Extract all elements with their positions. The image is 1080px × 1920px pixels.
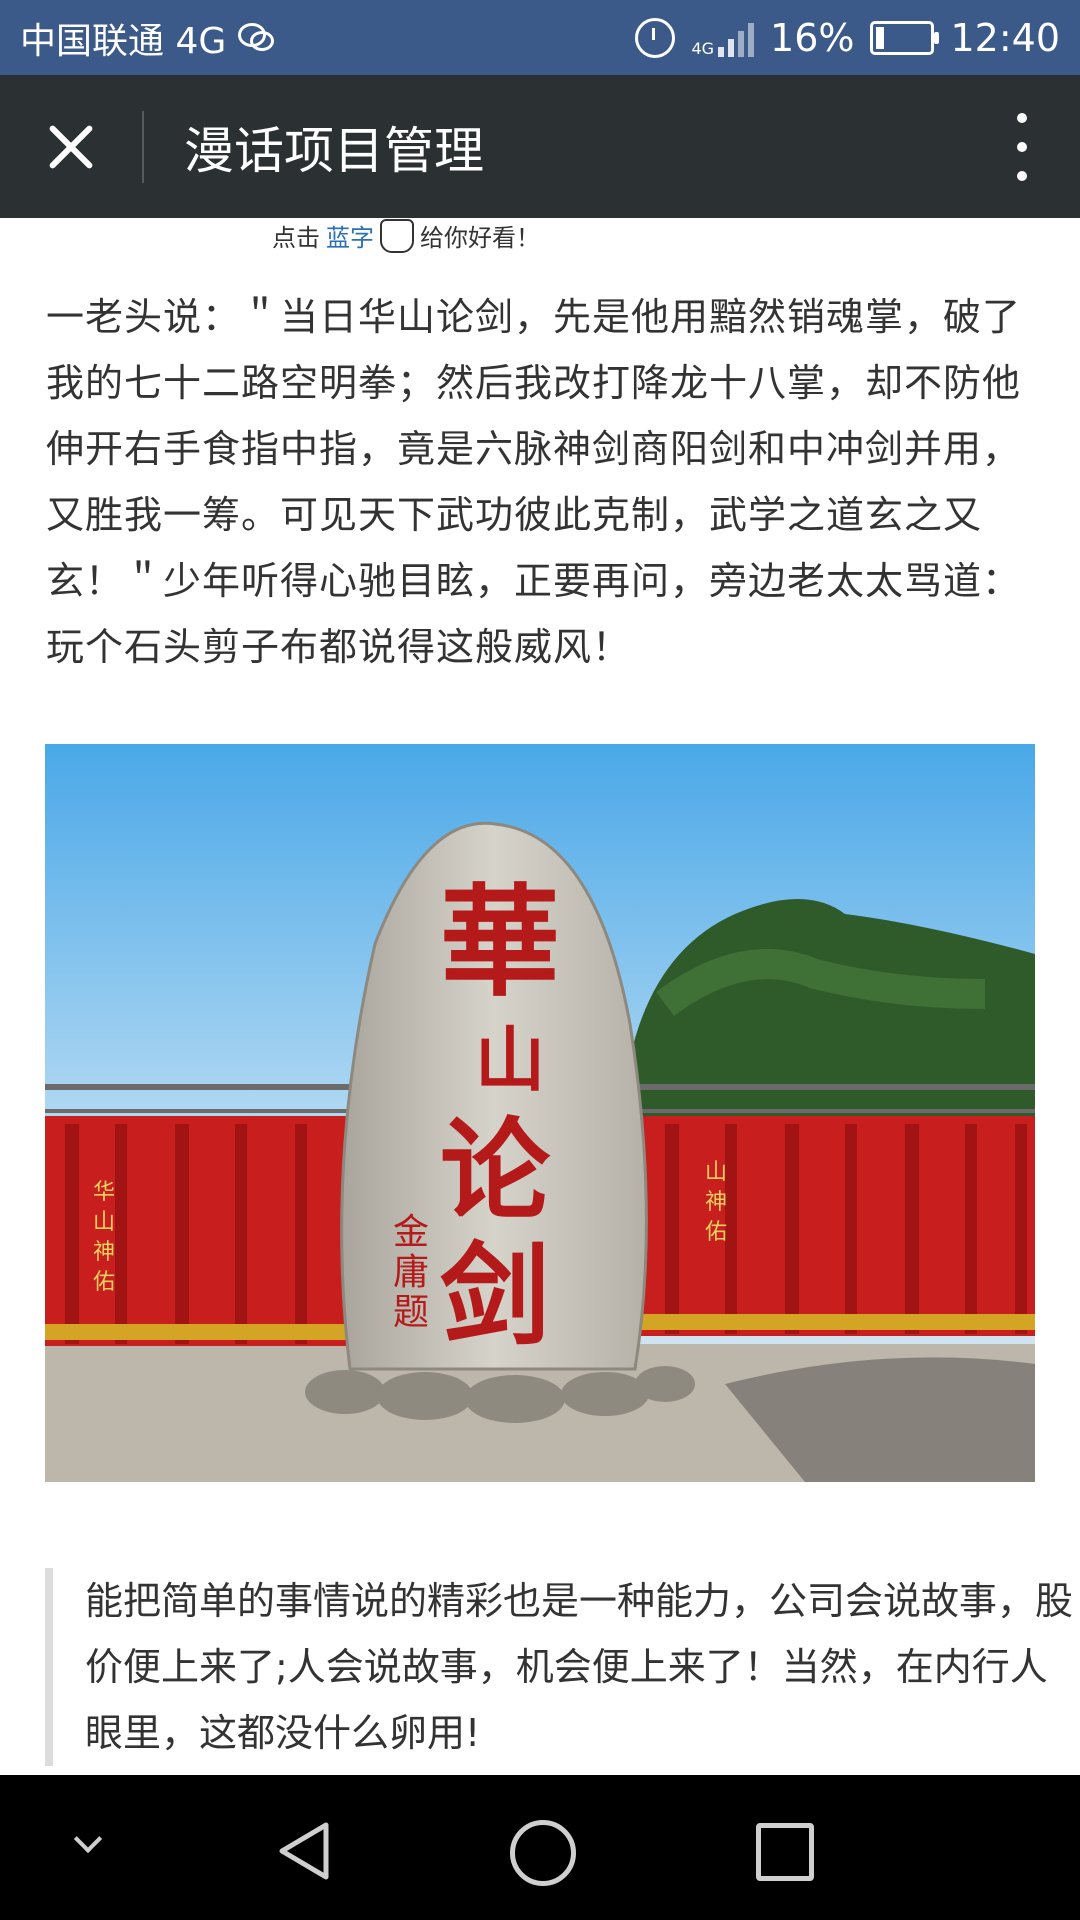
signature-char-3: 题 (393, 1292, 429, 1333)
blockquote: 能把简单的事情说的精彩也是一种能力，公司会说故事，股价便上来了;人会说故事，机会… (45, 1568, 1075, 1766)
status-right: 4G 16% 12:40 (635, 0, 1060, 75)
stone-char-shan: 山 (475, 1018, 545, 1101)
battery-fill (876, 26, 885, 49)
navigation-bar (0, 1775, 1080, 1920)
appbar-divider (142, 111, 144, 183)
ribbon-char-7: 佑 (705, 1220, 727, 1245)
app-bar: 漫话项目管理 (0, 75, 1080, 218)
ribbon-char-2: 山 (93, 1210, 115, 1235)
back-icon[interactable] (274, 1819, 334, 1883)
network-type-label: 4G (691, 38, 715, 58)
signature-char-2: 庸 (393, 1252, 429, 1293)
battery-percent: 16% (770, 15, 855, 60)
ribbon-char-4: 佑 (93, 1270, 115, 1295)
stone-char-hua: 華 (440, 872, 560, 1013)
hint-suffix: 给你好看！ (420, 224, 540, 252)
signature-char-1: 金 (393, 1212, 429, 1253)
chevron-down-icon[interactable] (74, 1829, 102, 1857)
article-paragraph: 一老头说：＂当日华山论剑，先是他用黯然销魂掌，破了我的七十二路空明拳；然后我改打… (46, 295, 1022, 669)
article-content[interactable]: 点击 蓝字 给你好看！ 一老头说：＂当日华山论剑，先是他用黯然销魂掌，破了我的七十… (0, 218, 1080, 1773)
carrier-label: 中国联通 4G (20, 20, 227, 62)
wechat-icon (238, 22, 275, 53)
signal-icon (718, 19, 755, 57)
alarm-icon (635, 17, 676, 58)
ribbon-char-5: 山 (705, 1160, 727, 1185)
ribbon-char-1: 华 (93, 1180, 115, 1205)
huashan-stone-photo: 华 山 神 佑 山 神 佑 華 山 论 剑 金 庸 题 (45, 744, 1035, 1482)
recent-apps-icon[interactable] (756, 1823, 814, 1881)
home-icon[interactable] (510, 1820, 576, 1886)
status-left: 中国联通 4G (20, 0, 275, 75)
pointing-finger-icon (380, 218, 414, 253)
follow-hint: 点击 蓝字 给你好看！ (272, 218, 540, 253)
page-title: 漫话项目管理 (184, 121, 484, 180)
stone-char-jian: 剑 (440, 1231, 550, 1360)
battery-icon (870, 20, 940, 55)
ribbon-char-6: 神 (705, 1190, 727, 1215)
article-photo[interactable]: 华 山 神 佑 山 神 佑 華 山 论 剑 金 庸 题 (45, 744, 1035, 1482)
status-bar: 中国联通 4G 4G 16% 12:40 (0, 0, 1080, 75)
stone-char-lun: 论 (440, 1106, 551, 1235)
close-icon[interactable] (36, 111, 108, 183)
ribbon-char-3: 神 (93, 1240, 115, 1265)
clock: 12:40 (950, 15, 1060, 60)
signal-group: 4G (691, 19, 755, 58)
hint-link[interactable]: 蓝字 (326, 218, 374, 253)
more-icon[interactable] (1004, 113, 1040, 181)
hint-prefix: 点击 (272, 224, 320, 252)
